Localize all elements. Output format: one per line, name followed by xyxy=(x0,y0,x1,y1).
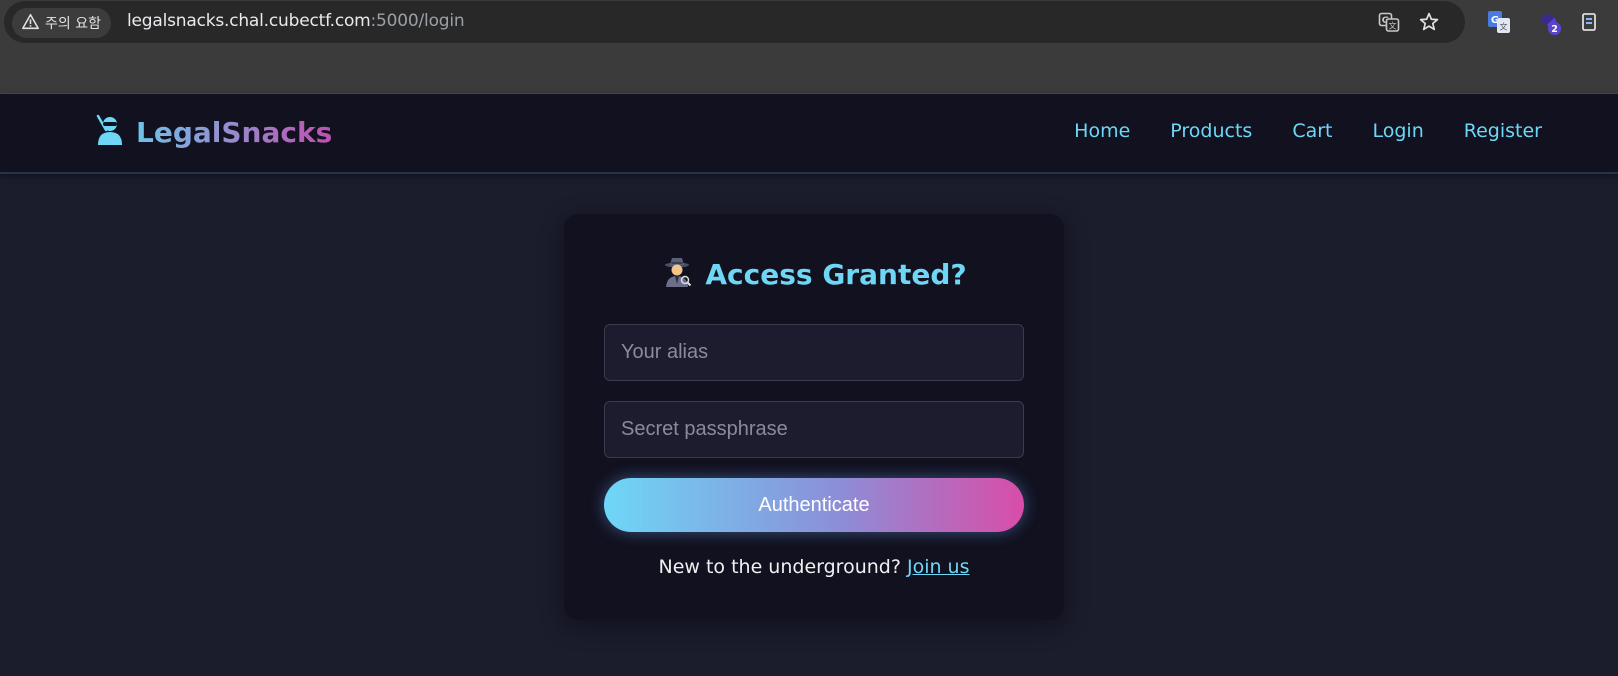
login-title: Access Granted? xyxy=(705,258,967,291)
google-translate-extension-icon[interactable]: G文 xyxy=(1486,9,1512,35)
nav-products[interactable]: Products xyxy=(1170,120,1252,142)
site-navbar: LegalSnacks Home Products Cart Login Reg… xyxy=(0,94,1618,174)
nav-cart[interactable]: Cart xyxy=(1292,120,1332,142)
url-text[interactable]: legalsnacks.chal.cubectf.com:5000/login xyxy=(127,11,465,31)
star-icon[interactable] xyxy=(1418,11,1440,33)
signup-prompt-text: New to the underground? xyxy=(658,556,907,578)
nav-register[interactable]: Register xyxy=(1464,120,1542,142)
extension-icon[interactable]: 2 xyxy=(1536,9,1562,35)
login-card: Access Granted? Authenticate New to the … xyxy=(564,214,1064,620)
url-path: :5000/login xyxy=(370,11,465,31)
login-heading: Access Granted? xyxy=(564,256,1064,293)
warning-icon xyxy=(22,13,39,34)
address-bar[interactable]: 주의 요함 legalsnacks.chal.cubectf.com:5000/… xyxy=(4,1,1465,43)
alias-input[interactable] xyxy=(604,324,1024,381)
join-us-link[interactable]: Join us xyxy=(907,556,970,578)
extension-badge: 2 xyxy=(1551,24,1557,35)
security-chip[interactable]: 주의 요함 xyxy=(12,8,111,38)
passphrase-input[interactable] xyxy=(604,401,1024,458)
brand-name: LegalSnacks xyxy=(136,116,333,149)
nav-links: Home Products Cart Login Register xyxy=(1074,120,1542,142)
translate-icon[interactable]: G文 xyxy=(1378,11,1400,33)
side-panel-icon[interactable] xyxy=(1576,9,1602,35)
authenticate-button[interactable]: Authenticate xyxy=(604,478,1024,532)
url-host: legalsnacks.chal.cubectf.com xyxy=(127,11,371,31)
browser-toolbar: 주의 요함 legalsnacks.chal.cubectf.com:5000/… xyxy=(0,0,1618,94)
detective-icon xyxy=(661,256,693,293)
brand-logo-link[interactable]: LegalSnacks xyxy=(94,114,332,151)
signup-prompt: New to the underground? Join us xyxy=(564,556,1064,578)
nav-login[interactable]: Login xyxy=(1373,120,1424,142)
svg-text:文: 文 xyxy=(1389,21,1397,31)
security-chip-label: 주의 요함 xyxy=(45,16,101,32)
svg-text:文: 文 xyxy=(1500,22,1508,32)
ninja-icon xyxy=(94,114,124,151)
nav-home[interactable]: Home xyxy=(1074,120,1130,142)
